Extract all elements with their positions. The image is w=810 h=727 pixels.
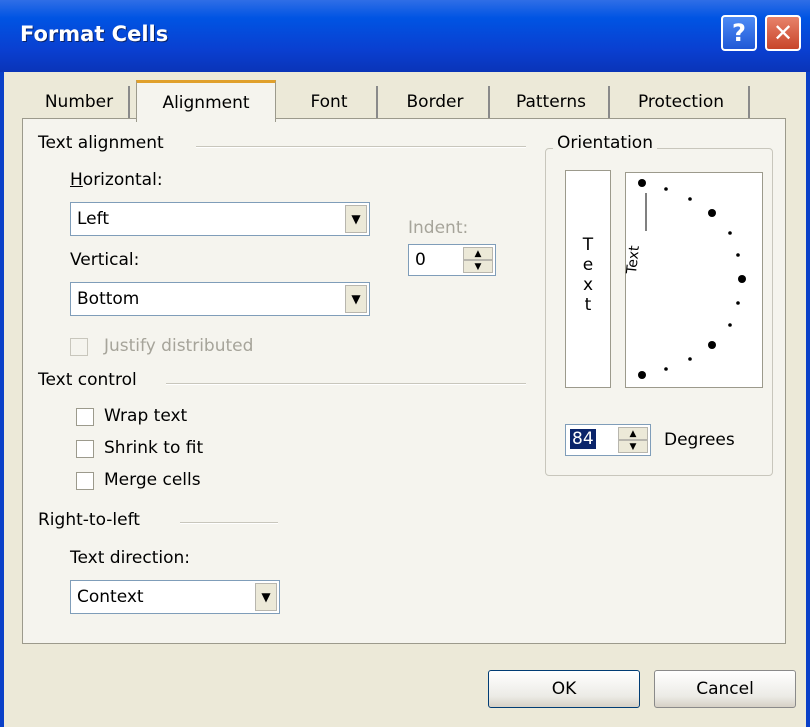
orientation-dial[interactable]: Text — [624, 172, 763, 388]
horizontal-label: Horizontal: — [70, 170, 163, 190]
vertical-text-letter: e — [582, 255, 594, 275]
spin-down-icon[interactable]: ▼ — [618, 440, 648, 453]
tab-label: Font — [310, 92, 348, 112]
vertical-label-text: Vertical: — [70, 250, 140, 270]
window-frame-left — [0, 72, 4, 727]
shrink-to-fit-checkbox[interactable] — [76, 440, 94, 458]
shrink-to-fit-label: Shrink to fit — [104, 438, 204, 458]
merge-cells-label: Merge cells — [104, 470, 201, 490]
spin-down-icon[interactable]: ▼ — [463, 260, 493, 273]
chevron-down-icon[interactable]: ▼ — [345, 205, 367, 233]
right-to-left-group-label: Right-to-left — [38, 510, 140, 530]
vertical-text-letter: t — [584, 295, 592, 315]
close-icon: ✕ — [772, 19, 794, 47]
indent-value: 0 — [415, 250, 426, 270]
vertical-select[interactable]: Bottom ▼ — [70, 282, 370, 316]
wrap-text-label: Wrap text — [104, 406, 188, 426]
group-divider — [166, 383, 526, 385]
vertical-text-letter: x — [582, 275, 594, 295]
merge-cells-checkbox[interactable] — [76, 472, 94, 490]
text-direction-label: Text direction: — [70, 548, 191, 568]
cancel-button-label: Cancel — [696, 679, 754, 699]
help-button[interactable]: ? — [721, 15, 757, 51]
ok-button-label: OK — [551, 679, 577, 699]
vertical-text-orientation[interactable]: T e x t — [565, 170, 611, 388]
orientation-dial-text: Text — [624, 244, 643, 275]
spin-up-icon[interactable]: ▲ — [618, 427, 648, 440]
indent-spinner[interactable]: 0 ▲ ▼ — [408, 244, 496, 276]
horizontal-select-value: Left — [77, 209, 109, 229]
justify-distributed-label: Justify distributed — [104, 336, 254, 356]
tab-label: Number — [44, 92, 114, 112]
help-icon: ? — [732, 19, 746, 47]
text-direction-value: Context — [77, 587, 144, 607]
orientation-dial-graphic — [638, 179, 746, 379]
vertical-label: Vertical: — [70, 250, 139, 270]
vertical-select-value: Bottom — [77, 289, 140, 309]
justify-distributed-checkbox[interactable] — [70, 338, 88, 356]
tab-font[interactable]: Font — [282, 86, 378, 118]
window-title: Format Cells — [20, 22, 169, 46]
tab-border[interactable]: Border — [382, 86, 490, 118]
orientation-group-label: Orientation — [553, 133, 657, 153]
cancel-button[interactable]: Cancel — [654, 670, 796, 708]
text-control-group-label: Text control — [38, 370, 137, 390]
degrees-value: 84 — [570, 429, 596, 449]
wrap-text-checkbox[interactable] — [76, 408, 94, 426]
horizontal-label-text: orizontal: — [82, 170, 163, 190]
tab-alignment[interactable]: Alignment — [136, 80, 276, 122]
tab-label: Patterns — [515, 92, 587, 112]
text-alignment-group-label: Text alignment — [38, 133, 164, 153]
chevron-down-icon[interactable]: ▼ — [255, 583, 277, 611]
degrees-label: Degrees — [664, 430, 735, 450]
degrees-spinner[interactable]: 84 ▲ ▼ — [565, 424, 651, 456]
close-button[interactable]: ✕ — [765, 15, 801, 51]
group-divider — [196, 146, 526, 148]
tab-label: Protection — [637, 92, 724, 112]
vertical-text-letter: T — [582, 235, 594, 255]
tab-patterns[interactable]: Patterns — [494, 86, 610, 118]
chevron-down-icon[interactable]: ▼ — [345, 285, 367, 313]
tab-label: Border — [406, 92, 464, 112]
tab-label: Alignment — [162, 92, 250, 113]
indent-label: Indent: — [408, 218, 469, 238]
group-divider — [180, 522, 278, 524]
horizontal-select[interactable]: Left ▼ — [70, 202, 370, 236]
text-direction-select[interactable]: Context ▼ — [70, 580, 280, 614]
window-frame-right — [806, 72, 810, 727]
tab-protection[interactable]: Protection — [614, 86, 750, 118]
spin-up-icon[interactable]: ▲ — [463, 247, 493, 260]
tab-number[interactable]: Number — [30, 86, 130, 118]
ok-button[interactable]: OK — [488, 670, 640, 708]
